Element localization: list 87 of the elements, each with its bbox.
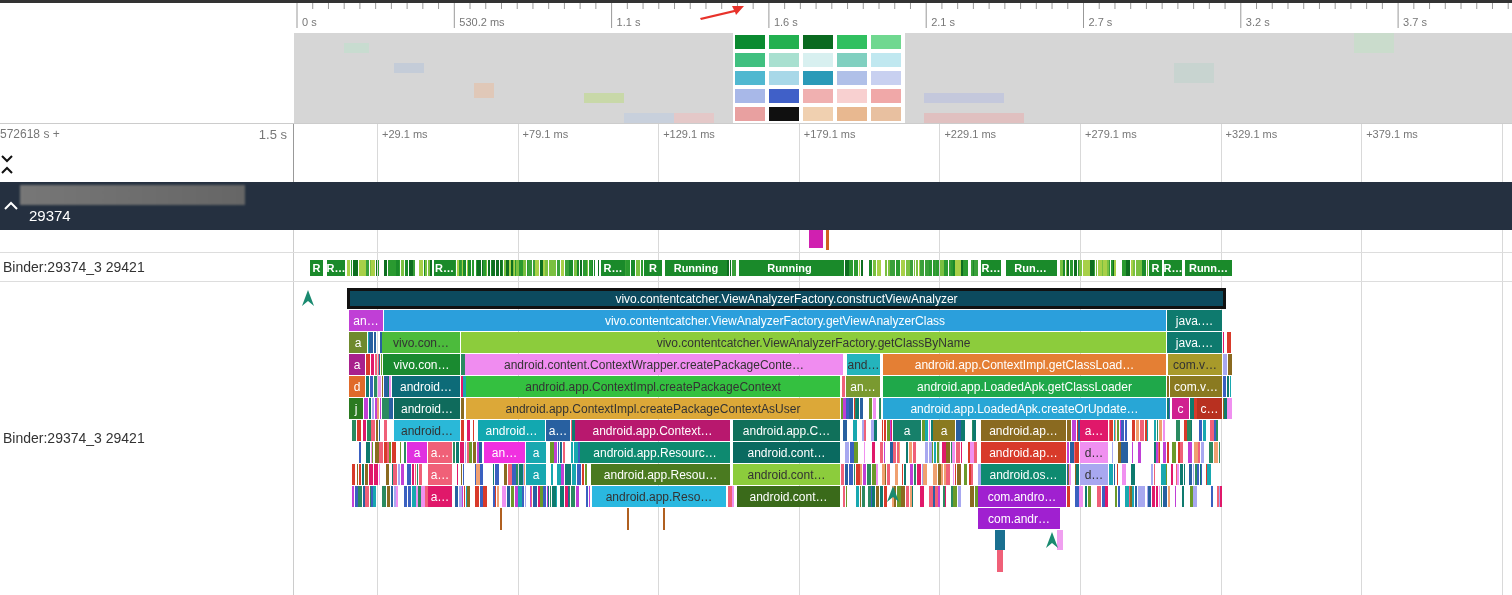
slice[interactable]: android.app.Resou…: [591, 464, 730, 485]
slice[interactable]: c: [1172, 398, 1189, 419]
tick-label: +229.1 ms: [944, 127, 997, 142]
tick-label: +29.1 ms: [382, 127, 428, 142]
slice[interactable]: android.app.Context…: [575, 420, 730, 441]
thread-state-bar[interactable]: Run…: [1005, 260, 1055, 276]
slice[interactable]: java.…: [1167, 310, 1222, 331]
slice[interactable]: android.cont…: [733, 464, 840, 485]
slice[interactable]: a…: [1080, 420, 1108, 441]
slice[interactable]: java.…: [1167, 332, 1222, 353]
thread-state-bar[interactable]: Running: [738, 260, 840, 276]
tick-label: +279.1 ms: [1085, 127, 1137, 142]
slice[interactable]: a…: [428, 442, 452, 463]
slice[interactable]: android.cont…: [733, 442, 840, 463]
slice[interactable]: a: [526, 464, 546, 485]
slice[interactable]: android…: [392, 376, 460, 397]
thread-state-bar[interactable]: R: [309, 260, 323, 276]
tick-label: +179.1 ms: [803, 127, 856, 142]
slice[interactable]: and…: [847, 354, 880, 375]
tick-label: +329.1 ms: [1225, 127, 1278, 142]
slice[interactable]: vivo.contentcatcher.ViewAnalyzerFactory.getViewAnalyzerClass: [384, 310, 1166, 331]
slice[interactable]: d: [349, 376, 365, 397]
slice[interactable]: a: [933, 420, 955, 441]
slice[interactable]: an…: [484, 442, 525, 463]
slice[interactable]: android.os…: [981, 464, 1066, 485]
process-id: 29374: [29, 206, 71, 226]
tick-label: +129.1 ms: [663, 127, 715, 142]
tick-label: +79.1 ms: [522, 127, 569, 142]
slice[interactable]: android.app.ContextImpl.createPackageContext: [466, 376, 840, 397]
slice[interactable]: android.app.Resourc…: [580, 442, 730, 463]
slice[interactable]: android.app.Reso…: [592, 486, 726, 507]
slice[interactable]: an…: [349, 310, 383, 331]
slice[interactable]: d…: [1080, 464, 1108, 485]
slice[interactable]: android.ap…: [981, 420, 1066, 441]
track-label: Binder:29374_3 29421: [3, 257, 145, 277]
tick-label: 3.7 s: [1403, 15, 1427, 30]
slice[interactable]: a: [407, 442, 427, 463]
slice[interactable]: android.ap…: [981, 442, 1066, 463]
tick-label: 530.2 ms: [459, 15, 505, 30]
thread-state-bar[interactable]: Runn…: [1184, 260, 1232, 276]
tick-label: +379.1 ms: [1366, 127, 1418, 142]
thread-state-bar[interactable]: R…: [1163, 260, 1182, 276]
slice[interactable]: j: [349, 398, 363, 419]
tick-label: 1.1 s: [616, 15, 641, 30]
thread-state-bar[interactable]: R…: [980, 260, 1001, 276]
slice[interactable]: vivo.contentcatcher.ViewAnalyzerFactory.getClassByName: [461, 332, 1166, 353]
track-label: Binder:29374_3 29421: [3, 429, 145, 448]
tick-label: 2.7 s: [1088, 15, 1113, 30]
thread-state-bar[interactable]: R: [643, 260, 662, 276]
slice[interactable]: android…: [478, 420, 545, 441]
slice[interactable]: android.cont…: [737, 486, 840, 507]
slice[interactable]: a…: [428, 464, 452, 485]
time-offset-label: 572618 s +: [0, 126, 60, 143]
slice[interactable]: vivo.con…: [382, 332, 460, 353]
slice[interactable]: a…: [546, 420, 570, 441]
slice[interactable]: android.app.C…: [733, 420, 840, 441]
slice[interactable]: vivo.con…: [383, 354, 460, 375]
slice[interactable]: a: [349, 354, 365, 375]
slice[interactable]: android…: [394, 398, 460, 419]
slice[interactable]: d…: [1080, 442, 1108, 463]
slice[interactable]: a…: [428, 486, 452, 507]
slice[interactable]: android.app.LoadedApk.createOrUpdate…: [883, 398, 1166, 419]
slice[interactable]: android.app.ContextImpl.getClassLoad…: [883, 354, 1166, 375]
slice[interactable]: android…: [394, 420, 460, 441]
slice[interactable]: a: [893, 420, 921, 441]
thread-state-bar[interactable]: Running: [664, 260, 727, 276]
slice[interactable]: com.v…: [1170, 376, 1222, 397]
slice[interactable]: vivo.contentcatcher.ViewAnalyzerFactory.constructViewAnalyzer: [347, 288, 1226, 309]
slice[interactable]: a: [526, 442, 546, 463]
thread-state-bar[interactable]: R…: [600, 260, 625, 276]
slice[interactable]: an…: [846, 376, 880, 397]
time-span-label: 1.5 s: [258, 126, 287, 144]
slice[interactable]: com.andro…: [978, 486, 1066, 507]
thread-state-bar[interactable]: R: [1148, 260, 1162, 276]
thread-state-bar[interactable]: R…: [326, 260, 345, 276]
slice[interactable]: android.app.ContextImpl.createPackageContextAsUser: [466, 398, 840, 419]
slice[interactable]: a: [349, 332, 367, 353]
slice[interactable]: com.andr…: [978, 508, 1060, 529]
slice[interactable]: com.v…: [1168, 354, 1222, 375]
tick-label: 2.1 s: [931, 15, 956, 30]
slice[interactable]: c…: [1197, 398, 1222, 419]
slice[interactable]: android.app.LoadedApk.getClassLoader: [883, 376, 1166, 397]
thread-state-bar[interactable]: R…: [433, 260, 455, 276]
tick-label: 0 s: [302, 15, 317, 30]
slice[interactable]: android.content.ContextWrapper.createPackageConte…: [465, 354, 843, 375]
tick-label: 3.2 s: [1245, 15, 1270, 30]
tick-label: 1.6 s: [773, 15, 798, 30]
